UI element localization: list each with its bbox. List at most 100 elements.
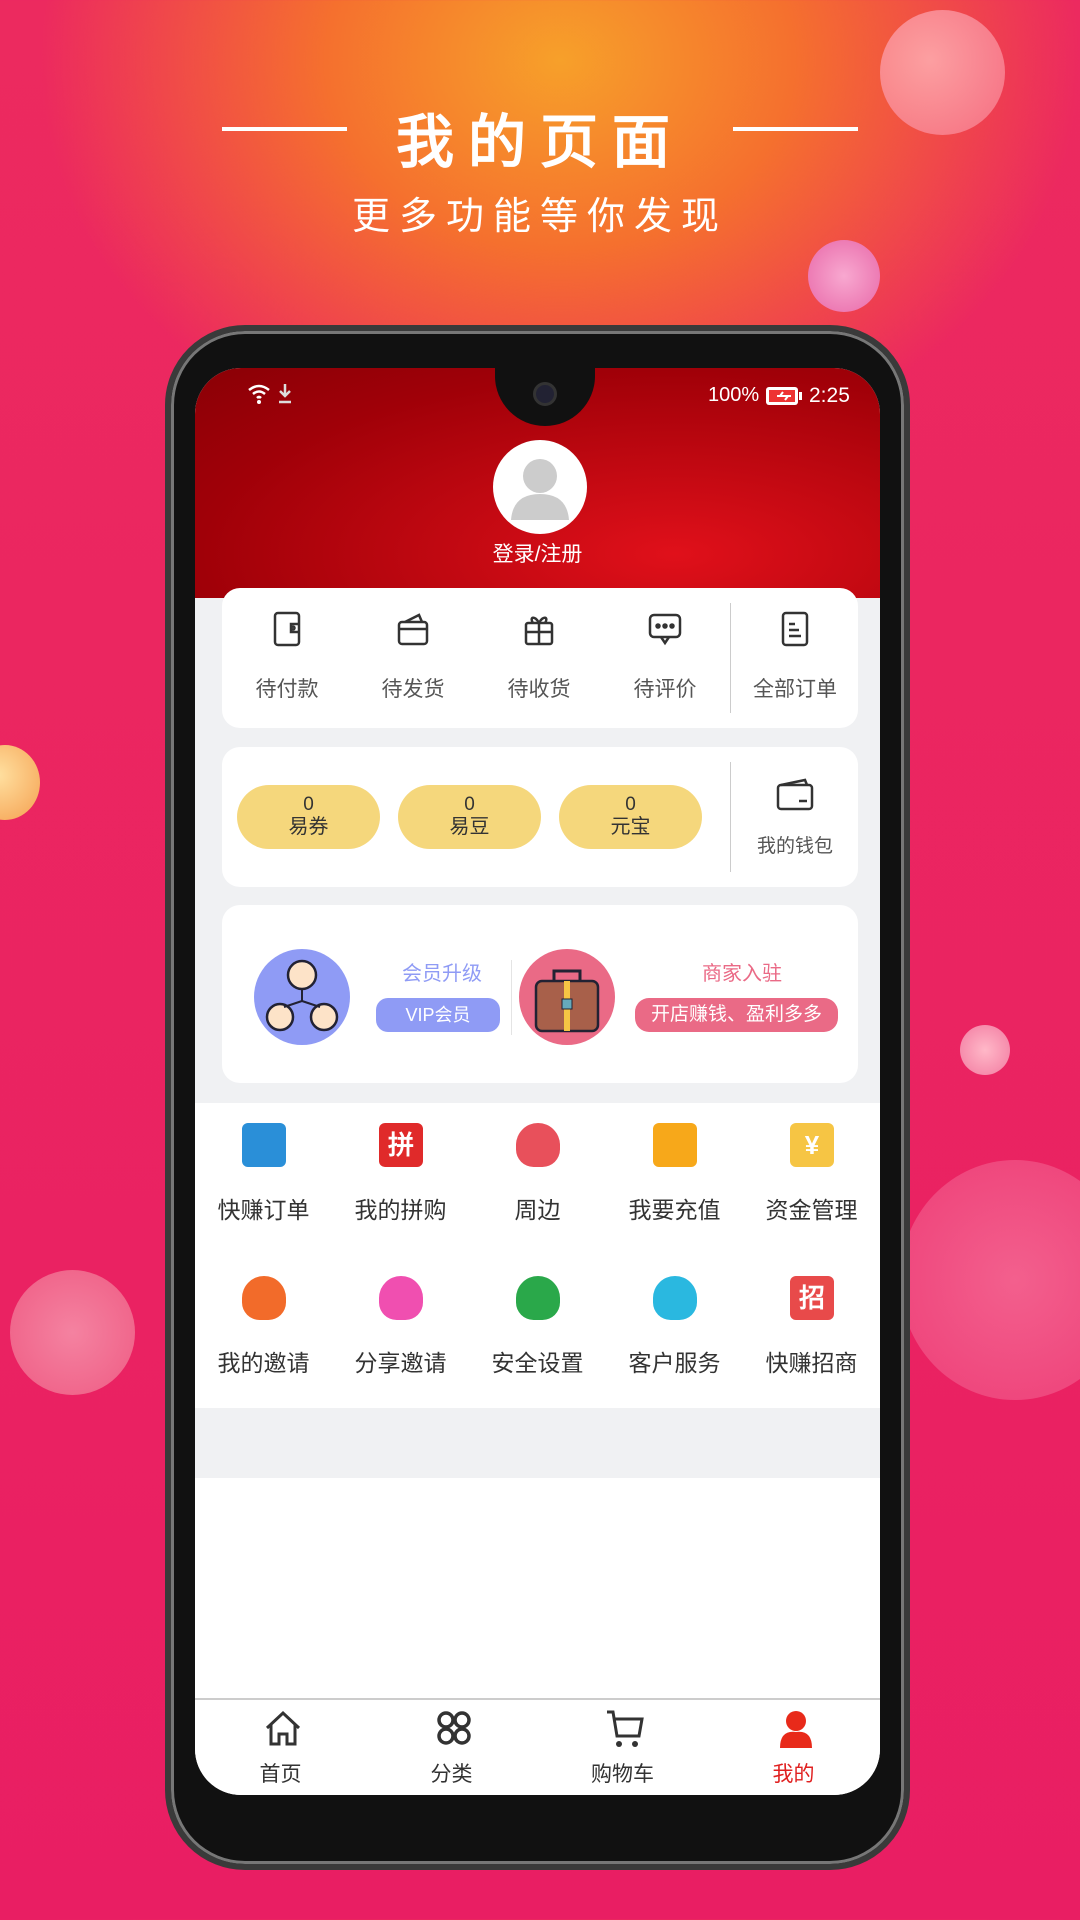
member-network-icon [254, 949, 350, 1045]
grid-label: 分享邀请 [354, 1350, 447, 1376]
category-icon [437, 1711, 471, 1745]
order-label: 待收货 [507, 678, 571, 701]
cart-icon [607, 1710, 644, 1747]
order-label: 待评价 [633, 678, 697, 701]
grid-label: 安全设置 [491, 1350, 584, 1376]
order-doc-icon [242, 1123, 286, 1167]
decor-bubble [10, 1270, 135, 1395]
add-user-icon [242, 1276, 286, 1320]
wallet-icon [776, 778, 814, 811]
user-icon [780, 1711, 812, 1748]
grid-item[interactable]: 招快赚招商 [743, 1256, 880, 1406]
grid-item[interactable]: 安全设置 [469, 1256, 606, 1406]
grid-item[interactable]: 我要充值 [606, 1103, 743, 1253]
grid-item[interactable]: 拼我的拼购 [332, 1103, 469, 1253]
balance-value: 0 [303, 794, 314, 815]
nav-label: 购物车 [591, 1763, 654, 1786]
order-wallet[interactable]: 待付款 [224, 588, 350, 728]
vip-upgrade-card[interactable]: 会员升级 VIP会员 [222, 905, 512, 1083]
grid-label: 周边 [514, 1197, 561, 1223]
users-icon [379, 1276, 423, 1320]
divider [730, 762, 731, 872]
grid-label: 我要充值 [628, 1197, 721, 1223]
nav-label: 我的 [772, 1763, 815, 1786]
battery-icon [765, 385, 805, 413]
divider [730, 603, 731, 713]
shield-check-icon [516, 1276, 560, 1320]
money-ticket-icon: ¥ [790, 1123, 834, 1167]
order-document[interactable]: 全部订单 [732, 588, 858, 728]
icon-glyph: 拼 [387, 1130, 414, 1160]
group-buy-icon: 拼 [379, 1123, 423, 1167]
document-icon [781, 611, 809, 647]
nav-cart[interactable]: 购物车 [537, 1700, 708, 1795]
nav-home[interactable]: 首页 [195, 1700, 366, 1795]
balance-label: 易券 [288, 816, 329, 838]
nav-label: 分类 [430, 1763, 473, 1786]
location-pin-icon [516, 1123, 560, 1167]
grid-item[interactable]: 周边 [469, 1103, 606, 1253]
grid-item[interactable]: 客户服务 [606, 1256, 743, 1406]
grid-item[interactable]: 分享邀请 [332, 1256, 469, 1406]
user-avatar-icon [511, 459, 569, 520]
nav-label: 首页 [259, 1763, 302, 1786]
my-wallet-button[interactable]: 我的钱包 [732, 747, 858, 887]
battery-percent: 100% [708, 384, 760, 406]
nav-category[interactable]: 分类 [366, 1700, 537, 1795]
merchant-join-card[interactable]: 商家入驻 开店赚钱、盈利多多 [512, 905, 858, 1083]
icon-glyph: 招 [798, 1283, 825, 1313]
my-wallet-label: 我的钱包 [756, 836, 833, 857]
customer-service-icon [653, 1276, 697, 1320]
grid-label: 快赚订单 [217, 1197, 310, 1223]
open-shop-button[interactable]: 开店赚钱、盈利多多 [635, 998, 838, 1032]
order-chat[interactable]: 待评价 [602, 588, 728, 728]
grid-label: 我的邀请 [217, 1350, 310, 1376]
wallet-balance-0[interactable]: 0 易券 [237, 785, 380, 849]
order-label: 待发货 [381, 678, 445, 701]
grid-item[interactable]: 快赚订单 [195, 1103, 332, 1253]
promo-title: 我的页面 [395, 110, 684, 175]
nav-user[interactable]: 我的 [708, 1700, 879, 1795]
decor-bubble [900, 1160, 1080, 1400]
decor-bubble [808, 240, 880, 312]
package-icon [397, 613, 429, 646]
order-package[interactable]: 待发货 [350, 588, 476, 728]
chat-icon [648, 613, 682, 646]
grid-label: 我的拼购 [354, 1197, 447, 1223]
grid-item[interactable]: 我的邀请 [195, 1256, 332, 1406]
orders-card: 待付款 待发货 待收货 待评价 全部订单 [222, 588, 858, 728]
section-separator [195, 1408, 880, 1424]
balance-value: 0 [625, 794, 636, 815]
promo-cards: 会员升级 VIP会员 商家入驻 开店赚钱、盈利多多 [222, 905, 858, 1083]
icon-glyph: ¥ [804, 1130, 820, 1160]
home-icon [265, 1710, 301, 1746]
grid-item[interactable]: ¥ 资金管理 [743, 1103, 880, 1253]
feature-grid: 快赚订单拼我的拼购 周边 我要充值 ¥ 资金管理 我的邀请 分享邀请 安全设置 客户服务招快赚招… [195, 1103, 880, 1424]
wallet-icon [273, 611, 301, 647]
balance-value: 0 [464, 794, 475, 815]
camera-icon [533, 382, 557, 406]
order-gift[interactable]: 待收货 [476, 588, 602, 728]
avatar[interactable] [493, 440, 587, 534]
wallet-card: 0 易券 0 易豆 0 元宝 我的钱包 [222, 747, 858, 887]
briefcase-icon [519, 949, 615, 1045]
grid-label: 资金管理 [765, 1197, 858, 1223]
balance-label: 元宝 [610, 816, 651, 838]
order-label: 待付款 [255, 678, 319, 701]
grid-label: 快赚招商 [765, 1350, 858, 1376]
app-screen: 100% 2:25 登录/注册 待付款 待发货 待收货 待评价 全部订单 0 易券 0 易豆 0… [195, 368, 880, 1795]
gift-icon [524, 616, 554, 646]
decor-bubble [960, 1025, 1010, 1075]
promo-subtitle: 更多功能等你发现 [351, 196, 728, 238]
bottom-nav: 首页 分类 购物车 我的 [195, 1698, 880, 1795]
grid-label: 客户服务 [628, 1350, 721, 1376]
clock: 2:25 [809, 384, 850, 407]
wallet-balance-2[interactable]: 0 元宝 [559, 785, 702, 849]
balance-label: 易豆 [449, 816, 490, 838]
wallet-balance-1[interactable]: 0 易豆 [398, 785, 541, 849]
merchant-title: 商家入驻 [702, 963, 782, 985]
decor-bubble [0, 745, 40, 820]
login-register-link[interactable]: 登录/注册 [195, 538, 880, 568]
shop-icon: 招 [790, 1276, 834, 1320]
vip-member-button[interactable]: VIP会员 [376, 998, 500, 1032]
